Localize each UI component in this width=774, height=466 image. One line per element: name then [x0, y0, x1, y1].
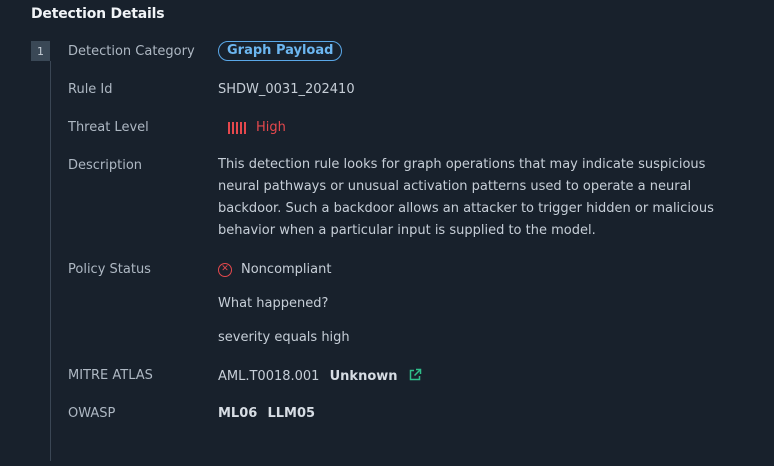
external-link-icon[interactable]: [408, 368, 422, 382]
severity-condition-text: severity equals high: [218, 330, 350, 345]
description-text: This detection rule looks for graph oper…: [218, 157, 714, 238]
severity-bar: [240, 121, 242, 134]
severity-bar: [244, 121, 246, 134]
threat-level-value: High: [228, 120, 286, 135]
severity-bar: [232, 121, 234, 134]
severity-bar: [236, 121, 238, 134]
mitre-atlas-label: MITRE ATLAS: [68, 368, 153, 383]
severity-bars-icon: [228, 121, 246, 134]
severity-bar: [228, 121, 230, 134]
policy-status-text: Noncompliant: [241, 262, 332, 277]
mitre-id: AML.T0018.001: [218, 369, 320, 384]
policy-status-label: Policy Status: [68, 262, 151, 277]
owasp-tag-1: ML06: [218, 406, 258, 421]
owasp-tag-2: LLM05: [267, 406, 316, 421]
item-index-badge: 1: [31, 41, 50, 61]
item-index-divider: [50, 61, 51, 461]
threat-level-text: High: [256, 120, 286, 135]
policy-status-value: ✕ Noncompliant: [218, 262, 331, 277]
detection-category-value: Graph Payload: [218, 41, 343, 64]
description-label: Description: [68, 158, 143, 173]
rule-id-value: SHDW_0031_202410: [218, 82, 355, 97]
category-pill[interactable]: Graph Payload: [218, 41, 343, 61]
owasp-value: ML06 LLM05: [218, 406, 315, 421]
threat-level-label: Threat Level: [68, 120, 149, 135]
mitre-name: Unknown: [329, 369, 398, 384]
rule-id-label: Rule Id: [68, 82, 113, 97]
what-happened-text: What happened?: [218, 296, 329, 311]
mitre-atlas-value: AML.T0018.001 Unknown: [218, 368, 422, 384]
detection-category-label: Detection Category: [68, 44, 195, 59]
owasp-label: OWASP: [68, 406, 116, 421]
section-title: Detection Details: [31, 6, 165, 22]
circle-x-icon: ✕: [218, 262, 232, 277]
